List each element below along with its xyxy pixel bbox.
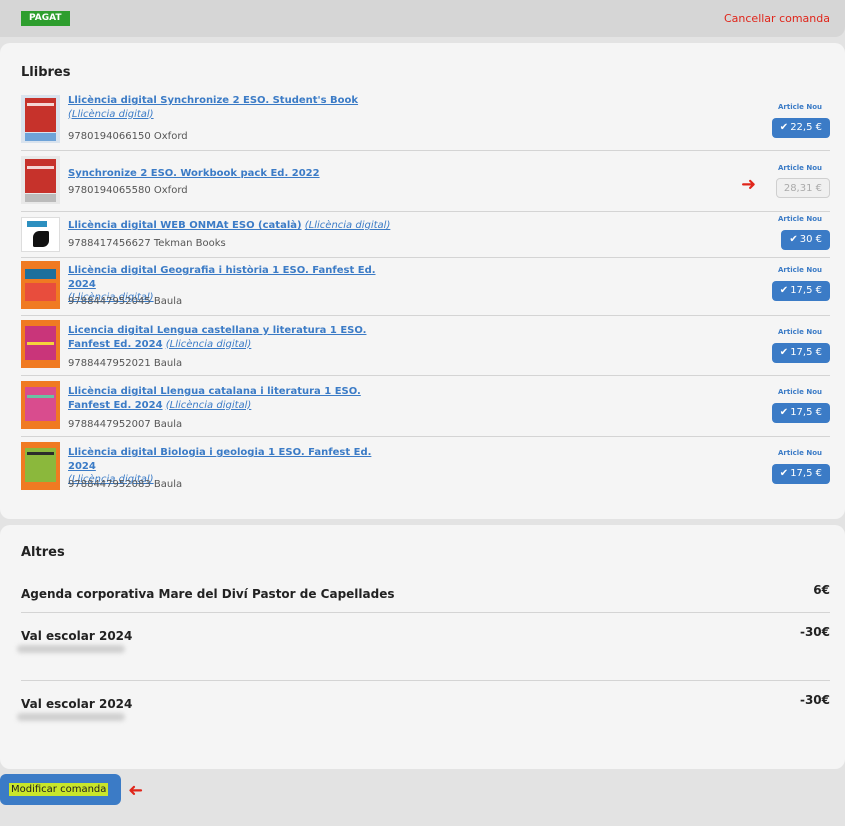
book-cover-image — [21, 381, 60, 429]
book-title-link[interactable]: Llicència digital Biologia i geologia 1 … — [68, 447, 371, 472]
book-cover-image — [21, 261, 60, 309]
other-item-amount: -30€ — [799, 625, 830, 639]
books-heading: Llibres — [21, 65, 71, 80]
divider — [21, 612, 830, 613]
book-row: Llicència digital Synchronize 2 ESO. Stu… — [21, 94, 830, 151]
book-isbn: 9788447952045 Baula — [68, 296, 183, 307]
price-toggle-button[interactable]: ✔ 17,5 € — [771, 281, 830, 301]
modify-order-label: Modificar comanda — [9, 783, 109, 796]
license-link[interactable]: (Llicència digital) — [166, 400, 252, 411]
price-label: 17,5 € — [790, 347, 822, 358]
annotation-arrow-icon: ➜ — [128, 780, 144, 801]
article-new-tag: Article Nou — [778, 388, 822, 396]
others-panel: Altres Agenda corporativa Mare del Diví … — [0, 525, 845, 769]
book-isbn: 9780194065580 Oxford — [68, 185, 188, 196]
price-toggle-button[interactable]: 28,31 € — [775, 178, 830, 198]
book-row: Llicència digital Biologia i geologia 1 … — [21, 437, 830, 495]
check-icon: ✔ — [779, 347, 789, 358]
book-title-link[interactable]: Llicència digital WEB ONMAt ESO (català) — [68, 220, 302, 231]
order-status-bar: PAGAT Cancellar comanda — [0, 0, 845, 37]
book-row: Llicència digital Llengua catalana i lit… — [21, 376, 830, 437]
article-new-tag: Article Nou — [778, 103, 822, 111]
license-link[interactable]: (Llicència digital) — [166, 339, 252, 350]
other-item-name: Val escolar 2024 — [21, 697, 133, 711]
license-link[interactable]: (Llicència digital) — [305, 220, 391, 231]
others-heading: Altres — [21, 545, 65, 560]
price-label: 17,5 € — [790, 407, 822, 418]
price-label: 22,5 € — [790, 122, 822, 133]
check-icon: ✔ — [789, 234, 798, 245]
status-badge: PAGAT — [21, 11, 70, 26]
divider — [21, 680, 830, 681]
check-icon: ✔ — [779, 285, 789, 296]
check-icon: ✔ — [779, 468, 789, 479]
price-label: 17,5 € — [790, 285, 822, 296]
article-new-tag: Article Nou — [778, 449, 822, 457]
redacted-text — [17, 713, 125, 721]
license-link[interactable]: (Llicència digital) — [68, 109, 154, 120]
book-isbn: 9788417456627 Tekman Books — [68, 238, 226, 249]
price-toggle-button[interactable]: ✔ 22,5 € — [771, 118, 830, 138]
book-cover-image — [21, 217, 60, 252]
article-new-tag: Article Nou — [778, 215, 822, 223]
other-item-amount: 6€ — [813, 583, 830, 597]
article-new-tag: Article Nou — [778, 328, 822, 336]
redacted-text — [17, 645, 125, 653]
price-label: 30 € — [799, 234, 822, 245]
other-item-row: Agenda corporativa Mare del Diví Pastor … — [21, 583, 830, 602]
book-row: Licencia digital Lengua castellana y lit… — [21, 316, 830, 376]
book-row: Llicència digital WEB ONMAt ESO (català)… — [21, 212, 830, 258]
book-cover-image — [21, 156, 60, 204]
check-icon: ✔ — [779, 407, 789, 418]
price-toggle-button[interactable]: ✔ 17,5 € — [771, 464, 830, 484]
price-toggle-button[interactable]: ✔ 17,5 € — [771, 403, 830, 423]
book-isbn: 9788447952083 Baula — [68, 479, 183, 490]
other-item-name: Agenda corporativa Mare del Diví Pastor … — [21, 587, 395, 601]
check-icon: ✔ — [779, 122, 789, 133]
book-title-link[interactable]: Llicència digital Geografia i història 1… — [68, 265, 376, 290]
price-toggle-button[interactable]: ✔ 30 € — [781, 230, 830, 250]
book-isbn: 9780194066150 Oxford — [68, 131, 188, 142]
article-new-tag: Article Nou — [778, 164, 822, 172]
annotation-arrow-icon: ➜ — [741, 174, 757, 195]
book-cover-image — [21, 442, 60, 490]
book-title-link[interactable]: Synchronize 2 ESO. Workbook pack Ed. 202… — [68, 168, 320, 179]
other-item-row: Val escolar 2024 -30€ — [17, 693, 830, 721]
books-panel: Llibres Llicència digital Synchronize 2 … — [0, 43, 845, 519]
book-cover-image — [21, 95, 60, 143]
book-isbn: 9788447952007 Baula — [68, 419, 183, 430]
book-isbn: 9788447952021 Baula — [68, 358, 183, 369]
price-label: 28,31 € — [783, 183, 822, 194]
cancel-order-link[interactable]: Cancellar comanda — [724, 12, 830, 25]
price-toggle-button[interactable]: ✔ 17,5 € — [771, 343, 830, 363]
book-cover-image — [21, 320, 60, 368]
other-item-row: Val escolar 2024 -30€ — [17, 625, 830, 653]
book-row: Synchronize 2 ESO. Workbook pack Ed. 202… — [21, 151, 830, 212]
other-item-amount: -30€ — [799, 693, 830, 707]
other-item-name: Val escolar 2024 — [21, 629, 133, 643]
article-new-tag: Article Nou — [778, 266, 822, 274]
book-title-link[interactable]: Llicència digital Synchronize 2 ESO. Stu… — [68, 95, 358, 106]
book-row: Llicència digital Geografia i història 1… — [21, 258, 830, 316]
price-label: 17,5 € — [790, 468, 822, 479]
modify-order-button[interactable]: Modificar comanda — [0, 774, 121, 805]
